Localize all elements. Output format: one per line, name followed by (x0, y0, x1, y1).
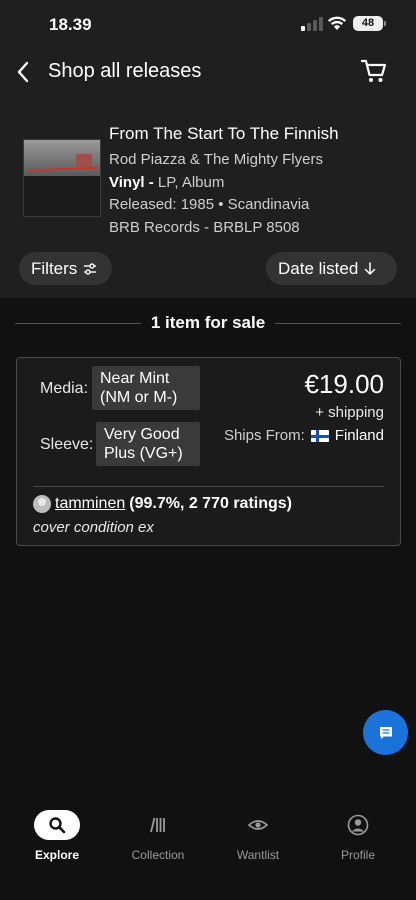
format-label: Vinyl - (109, 174, 154, 191)
search-icon (34, 810, 80, 840)
release-info: From The Start To The Finnish Rod Piazza… (0, 98, 416, 298)
listing-card[interactable]: Media: Near Mint (NM or M-) Sleeve: Very… (16, 357, 401, 546)
release-title[interactable]: From The Start To The Finnish (109, 124, 339, 144)
ships-from: Ships From: Finland (224, 427, 384, 444)
divider (275, 322, 402, 324)
back-icon[interactable] (11, 59, 35, 85)
chat-button[interactable] (363, 710, 408, 755)
divider (15, 322, 141, 324)
nav-label-wantlist: Wantlist (236, 848, 280, 862)
items-count: 1 item for sale (150, 313, 266, 332)
release-label: BRB Records - BRBLP 8508 (109, 219, 300, 236)
cart-icon[interactable] (360, 57, 388, 85)
status-time: 18.39 (49, 15, 92, 34)
collection-icon (135, 810, 181, 840)
bottom-navigation: Explore Collection Wantlist Profile (0, 780, 416, 900)
nav-item-explore[interactable]: Explore (12, 810, 102, 862)
sort-button[interactable]: Date listed (266, 252, 397, 285)
seller-name-link[interactable]: tamminen (55, 495, 125, 513)
release-artist[interactable]: Rod Piazza & The Mighty Flyers (109, 150, 323, 170)
chat-icon (379, 726, 392, 739)
release-format: Vinyl - LP, Album (109, 173, 224, 193)
seller-info: tamminen (99.7%, 2 770 ratings) (33, 495, 292, 513)
nav-label-explore: Explore (34, 848, 79, 862)
album-cover[interactable] (23, 139, 101, 217)
header: Shop all releases (0, 50, 416, 98)
divider (33, 486, 384, 487)
finland-flag-icon (310, 429, 329, 442)
filters-label: Filters (31, 259, 78, 278)
nav-label-collection: Collection (131, 848, 185, 862)
status-bar: 18.39 48 (0, 0, 416, 50)
page-title: Shop all releases (48, 60, 202, 82)
signal-icon (301, 17, 323, 31)
media-label: Media: (40, 380, 89, 397)
nav-item-collection[interactable]: Collection (113, 810, 203, 862)
media-condition-badge: Near Mint (NM or M-) (92, 366, 200, 410)
results-count: 1 item for sale (15, 312, 402, 334)
ships-from-label: Ships From: (223, 427, 305, 444)
avatar (33, 495, 51, 513)
eye-icon (235, 810, 281, 840)
sliders-icon (84, 262, 97, 275)
sleeve-condition-badge: Very Good Plus (VG+) (96, 422, 200, 466)
nav-item-profile[interactable]: Profile (313, 810, 403, 862)
nav-label-profile: Profile (340, 848, 375, 862)
nav-item-wantlist[interactable]: Wantlist (213, 810, 303, 862)
format-value: LP, Album (157, 174, 225, 191)
battery-tip (384, 21, 386, 26)
ships-from-country: Finland (334, 427, 384, 444)
sleeve-label: Sleeve: (40, 436, 94, 453)
profile-icon (335, 810, 381, 840)
listing-comment: cover condition ex (33, 519, 154, 536)
filters-button[interactable]: Filters (19, 252, 112, 285)
sort-label: Date listed (278, 259, 359, 278)
shipping-text: + shipping (315, 404, 384, 421)
battery-icon: 48 (353, 16, 383, 31)
price: €19.00 (304, 369, 384, 399)
screen: 18.39 48 Shop all releases From The Star… (0, 0, 416, 900)
wifi-icon (328, 16, 346, 30)
arrow-down-icon (365, 261, 376, 275)
release-date: Released: 1985 • Scandinavia (109, 196, 310, 213)
seller-rating: (99.7%, 2 770 ratings) (129, 495, 292, 512)
